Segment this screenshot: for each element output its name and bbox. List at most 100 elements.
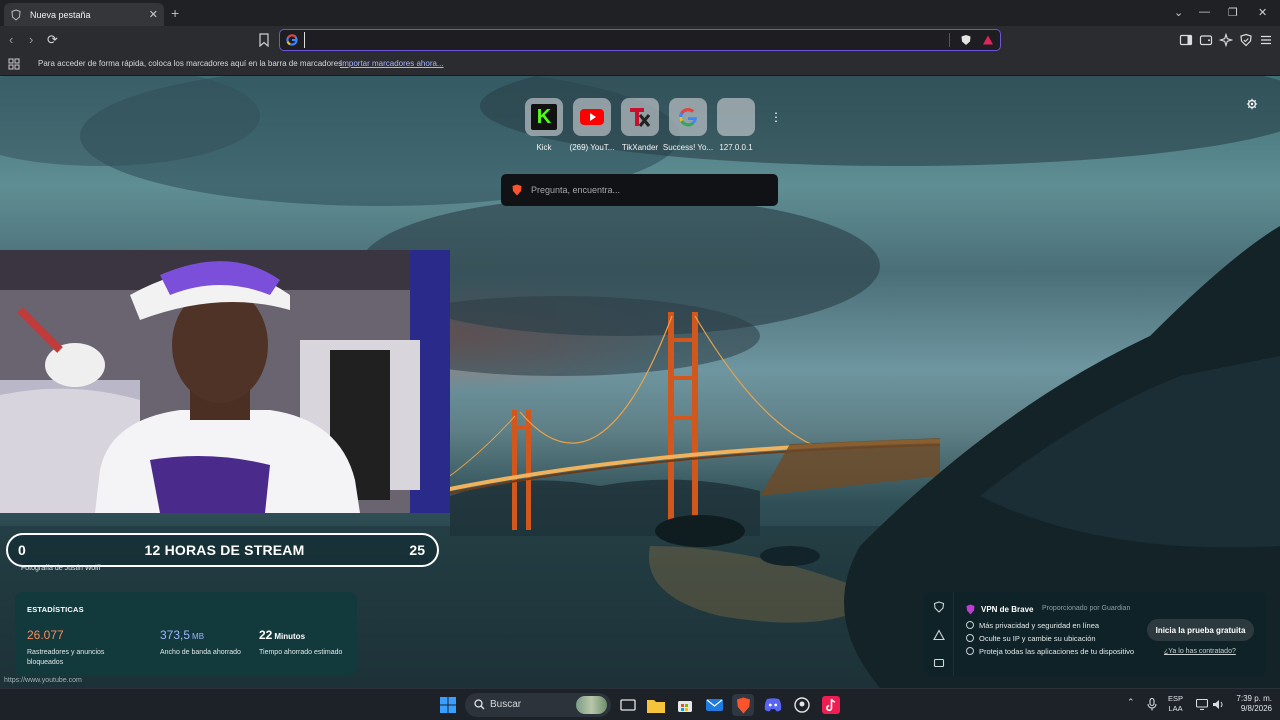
check-icon bbox=[966, 634, 974, 642]
tab-new-tab[interactable]: Nueva pestaña ✕ bbox=[4, 3, 164, 26]
brave-rewards-icon[interactable] bbox=[982, 34, 994, 46]
stat-bandwidth: 373,5 MB Ancho de banda ahorrado bbox=[160, 626, 250, 658]
stat-desc: Tiempo ahorrado estimado bbox=[259, 649, 343, 656]
sidebar-icon[interactable] bbox=[1179, 33, 1193, 47]
tab-list-icon[interactable]: ⌄ bbox=[1174, 6, 1183, 19]
vpn-powered-by: Proporcionado por Guardian bbox=[1042, 605, 1131, 612]
leo-ai-icon[interactable] bbox=[1219, 33, 1233, 47]
stat-unit: MB bbox=[192, 632, 205, 641]
top-site-kick[interactable]: K bbox=[525, 98, 563, 136]
brave-tab-icon bbox=[11, 8, 21, 21]
clock-date: 9/8/2026 bbox=[1240, 704, 1272, 713]
address-input[interactable] bbox=[304, 32, 944, 48]
reload-button[interactable]: ⟳ bbox=[47, 32, 58, 48]
brave-shields-icon[interactable] bbox=[960, 34, 972, 46]
youtube-icon bbox=[580, 109, 604, 125]
toolbar: ‹ › ⟳ bbox=[0, 26, 1280, 54]
search-input[interactable] bbox=[531, 182, 761, 198]
taskbar-search[interactable]: Buscar bbox=[465, 693, 611, 717]
top-site-google[interactable] bbox=[669, 98, 707, 136]
vpn-logo-icon bbox=[966, 604, 975, 615]
tray-overflow-icon[interactable]: ⌃ bbox=[1127, 697, 1135, 708]
kick-icon: K bbox=[531, 104, 557, 130]
forward-button[interactable]: › bbox=[29, 32, 33, 47]
vpn-feature: Más privacidad y seguridad en línea bbox=[966, 621, 1099, 630]
brave-icon bbox=[736, 697, 750, 713]
check-icon bbox=[966, 647, 974, 655]
widget-switcher bbox=[924, 592, 954, 676]
stat-value: 22 bbox=[259, 628, 273, 642]
menu-icon[interactable] bbox=[1259, 33, 1273, 47]
tikxander-icon bbox=[630, 108, 651, 127]
back-button[interactable]: ‹ bbox=[9, 32, 13, 47]
mail-button[interactable] bbox=[703, 694, 725, 716]
import-bookmarks-link[interactable]: Importar marcadores ahora... bbox=[340, 59, 444, 68]
folder-icon bbox=[647, 699, 665, 713]
new-tab-search[interactable] bbox=[501, 174, 778, 206]
top-site-localhost[interactable] bbox=[717, 98, 755, 136]
stat-time: 22 Minutos Tiempo ahorrado estimado bbox=[259, 626, 349, 658]
photo-credit[interactable]: Fotografía de Justin Wolff bbox=[21, 565, 101, 572]
stats-title: ESTADÍSTICAS bbox=[27, 605, 84, 614]
stat-trackers: 26.077 Rastreadores y anuncios bloqueado… bbox=[27, 626, 117, 668]
github-button[interactable] bbox=[791, 694, 813, 716]
address-divider bbox=[949, 33, 950, 47]
tiktok-button[interactable] bbox=[820, 694, 842, 716]
talk-icon[interactable] bbox=[933, 657, 945, 669]
tab-title: Nueva pestaña bbox=[30, 9, 91, 20]
apps-grid-icon[interactable] bbox=[8, 58, 20, 70]
top-sites-more-icon[interactable]: ⋮ bbox=[770, 110, 782, 124]
mail-icon bbox=[705, 699, 723, 711]
vpn-shield-icon[interactable] bbox=[933, 601, 945, 613]
start-button[interactable] bbox=[437, 694, 459, 716]
already-purchased-link[interactable]: ¿Ya lo has contratado? bbox=[1164, 648, 1236, 655]
vpn-widget: VPN de Brave Proporcionado por Guardian … bbox=[924, 592, 1266, 676]
tab-close-icon[interactable]: ✕ bbox=[149, 8, 158, 21]
google-icon bbox=[286, 34, 298, 46]
close-window-button[interactable]: ✕ bbox=[1258, 6, 1267, 19]
discord-button[interactable] bbox=[762, 694, 784, 716]
rewards-triangle-icon[interactable] bbox=[933, 629, 945, 641]
taskbar-clock[interactable]: 7:39 p. m. 9/8/2026 bbox=[1228, 694, 1272, 714]
bookmark-icon[interactable] bbox=[258, 33, 270, 47]
bookmarks-hint: Para acceder de forma rápida, coloca los… bbox=[38, 59, 343, 68]
title-bar: Nueva pestaña ✕ + ⌄ — ❐ ✕ bbox=[0, 0, 1280, 26]
task-view-button[interactable] bbox=[617, 694, 639, 716]
webcam-feed bbox=[0, 250, 450, 513]
start-trial-button[interactable]: Inicia la prueba gratuita bbox=[1147, 619, 1254, 641]
input-language[interactable]: ESP LAA bbox=[1168, 694, 1183, 714]
search-highlight-image bbox=[576, 696, 607, 714]
taskbar-search-label: Buscar bbox=[490, 699, 522, 710]
top-site-youtube[interactable] bbox=[573, 98, 611, 136]
stat-unit: Minutos bbox=[274, 632, 306, 641]
network-icon[interactable] bbox=[1196, 699, 1208, 710]
wallet-icon[interactable] bbox=[1199, 33, 1213, 47]
vpn-toolbar-icon[interactable] bbox=[1239, 33, 1253, 47]
top-site-label: 127.0.0.1 bbox=[719, 143, 753, 152]
stat-value: 373,5 bbox=[160, 628, 191, 642]
github-icon bbox=[794, 697, 810, 713]
store-button[interactable] bbox=[674, 694, 696, 716]
stats-widget: ESTADÍSTICAS 26.077 Rastreadores y anunc… bbox=[15, 592, 357, 676]
discord-icon bbox=[764, 698, 782, 712]
taskbar: Buscar ⌃ ESP LAA 7:39 p. m. 9/8/2026 bbox=[0, 688, 1280, 720]
customize-settings-icon[interactable] bbox=[1246, 98, 1258, 110]
bookmarks-bar: Para acceder de forma rápida, coloca los… bbox=[0, 54, 1280, 76]
windows-start-icon bbox=[440, 697, 456, 713]
address-bar[interactable] bbox=[279, 29, 1001, 51]
clock-time: 7:39 p. m. bbox=[1236, 694, 1272, 703]
volume-icon[interactable] bbox=[1212, 699, 1225, 710]
file-explorer-button[interactable] bbox=[645, 694, 667, 716]
minimize-button[interactable]: — bbox=[1199, 6, 1210, 18]
brave-search-icon bbox=[512, 184, 522, 196]
microphone-icon[interactable] bbox=[1147, 698, 1157, 711]
search-icon bbox=[474, 699, 485, 710]
brave-taskbar-button[interactable] bbox=[732, 694, 754, 716]
maximize-button[interactable]: ❐ bbox=[1228, 6, 1238, 19]
new-tab-button[interactable]: + bbox=[171, 5, 179, 21]
stat-desc: Rastreadores y anuncios bloqueados bbox=[27, 649, 105, 666]
top-site-tikxander[interactable] bbox=[621, 98, 659, 136]
stat-value: 26.077 bbox=[27, 628, 64, 642]
vpn-title: VPN de Brave bbox=[981, 605, 1034, 614]
vpn-feature: Proteja todas las aplicaciones de tu dis… bbox=[966, 647, 1134, 656]
